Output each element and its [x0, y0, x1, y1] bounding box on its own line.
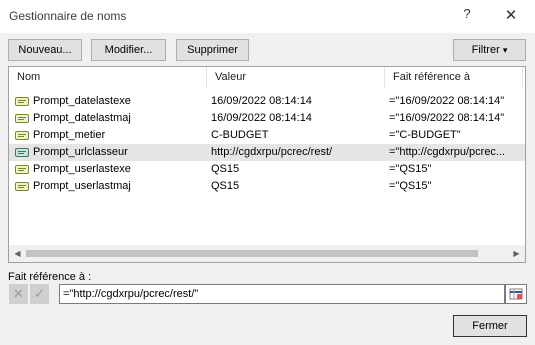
defined-name-icon	[15, 131, 29, 140]
range-selector-icon	[509, 288, 523, 300]
edit-name-button-label: Modifier...	[104, 44, 153, 56]
name-cell: Prompt_userlastexe	[33, 163, 131, 175]
cancel-reference-icon[interactable]: ✕	[9, 284, 28, 304]
defined-name-icon	[15, 165, 29, 174]
name-cell: Prompt_datelastmaj	[33, 112, 131, 124]
reference-input[interactable]: ="http://cgdxrpu/pcrec/rest/"	[59, 284, 505, 304]
name-cell: Prompt_metier	[33, 129, 106, 141]
defined-name-icon	[15, 182, 29, 191]
reference-label: Fait référence à :	[8, 271, 92, 283]
reference-cell: ="QS15"	[389, 163, 432, 175]
reference-cell: ="QS15"	[389, 180, 432, 192]
list-item[interactable]: Prompt_datelastmaj 16/09/2022 08:14:14 ="1…	[9, 110, 525, 127]
defined-name-icon	[15, 114, 29, 123]
reference-cell: ="16/09/2022 08:14:14"	[389, 95, 505, 107]
value-cell: C-BUDGET	[211, 129, 269, 141]
title-bar: Gestionnaire de noms ? ✕	[0, 0, 535, 33]
list-item[interactable]: Prompt_datelastexe 16/09/2022 08:14:14 ="1…	[9, 93, 525, 110]
reference-cell: ="http://cgdxrpu/pcrec...	[389, 146, 506, 158]
name-cell: Prompt_userlastmaj	[33, 180, 131, 192]
scroll-left-icon[interactable]: ◀	[9, 245, 26, 262]
name-cell: Prompt_urlclasseur	[33, 146, 128, 158]
list-item[interactable]: Prompt_userlastexe QS15 ="QS15"	[9, 161, 525, 178]
close-dialog-button-label: Fermer	[472, 320, 508, 332]
column-header-nom-label: Nom	[17, 71, 41, 83]
reference-cell: ="C-BUDGET"	[389, 129, 461, 141]
new-name-button-label: Nouveau...	[18, 44, 72, 56]
horizontal-scrollbar[interactable]: ◀ ▶	[9, 245, 525, 262]
name-cell: Prompt_datelastexe	[33, 95, 131, 107]
value-cell: QS15	[211, 163, 240, 175]
defined-name-icon	[15, 148, 29, 157]
value-cell: 16/09/2022 08:14:14	[211, 112, 312, 124]
list-item[interactable]: Prompt_urlclasseur http://cgdxrpu/pcrec/r…	[9, 144, 525, 161]
confirm-reference-icon[interactable]: ✓	[30, 284, 49, 304]
new-name-button[interactable]: Nouveau...	[8, 39, 82, 61]
column-header-reference[interactable]: Fait référence à	[385, 67, 523, 88]
filter-button-label: Filtrer	[471, 44, 500, 56]
edit-name-button[interactable]: Modifier...	[91, 39, 166, 61]
column-header-valeur-label: Valeur	[215, 71, 246, 83]
defined-name-icon	[15, 97, 29, 106]
column-header-valeur[interactable]: Valeur	[207, 67, 385, 88]
collapse-dialog-icon[interactable]	[505, 284, 527, 304]
list-item[interactable]: Prompt_userlastmaj QS15 ="QS15"	[9, 178, 525, 195]
column-header-nom[interactable]: Nom	[9, 67, 207, 88]
scrollbar-thumb[interactable]	[26, 250, 478, 257]
delete-name-button[interactable]: Supprimer	[176, 39, 249, 61]
close-dialog-button[interactable]: Fermer	[453, 315, 527, 337]
value-cell: QS15	[211, 180, 240, 192]
column-header-reference-label: Fait référence à	[393, 71, 471, 83]
scroll-right-icon[interactable]: ▶	[508, 245, 525, 262]
chevron-down-icon: ▾	[502, 45, 508, 55]
list-header: Nom Valeur Fait référence à	[9, 67, 525, 88]
value-cell: 16/09/2022 08:14:14	[211, 95, 312, 107]
filter-button[interactable]: Filtrer ▾	[453, 39, 526, 61]
window-title: Gestionnaire de noms	[9, 9, 127, 23]
reference-cell: ="16/09/2022 08:14:14"	[389, 112, 505, 124]
delete-name-button-label: Supprimer	[187, 44, 238, 56]
value-cell: http://cgdxrpu/pcrec/rest/	[211, 146, 333, 158]
close-icon[interactable]: ✕	[500, 6, 522, 26]
names-list[interactable]: Nom Valeur Fait référence à Prompt_datel…	[8, 66, 526, 263]
help-icon[interactable]: ?	[456, 6, 478, 26]
list-item[interactable]: Prompt_metier C-BUDGET ="C-BUDGET"	[9, 127, 525, 144]
